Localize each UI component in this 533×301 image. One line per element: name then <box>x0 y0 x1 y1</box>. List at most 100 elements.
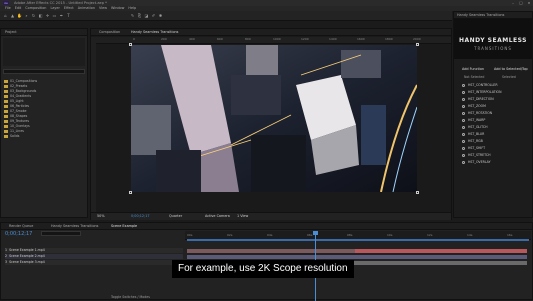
folder-icon <box>4 119 8 123</box>
layer-name: Scene Example 3.mp4 <box>9 260 45 264</box>
frame-handle[interactable] <box>129 43 132 46</box>
composition-canvas[interactable] <box>131 45 417 192</box>
plugin-item[interactable]: HST_GLITCH <box>462 125 488 130</box>
rooftop-building <box>131 105 171 155</box>
pen-icon[interactable]: ✒ <box>59 13 64 18</box>
list-item[interactable]: 09_Textures <box>4 119 29 123</box>
home-icon[interactable]: ⌂ <box>3 13 8 18</box>
radio-icon <box>462 139 465 143</box>
zoom-dropdown[interactable]: 50% <box>97 214 105 218</box>
time-mark: 08s <box>347 233 353 237</box>
layer-bar[interactable] <box>355 249 527 253</box>
list-item[interactable]: 10_Overlays <box>4 124 30 128</box>
ruler-mark: 400 <box>189 37 195 41</box>
list-item[interactable]: 04_Gradients <box>4 94 31 98</box>
plugin-item[interactable]: HST_WARP <box>462 118 485 123</box>
plugin-title-line2: TRANSITIONS <box>474 46 512 51</box>
project-tab-strip: Project <box>1 29 87 36</box>
list-item[interactable]: Solids <box>4 134 19 138</box>
plugin-item[interactable]: HST_DIRECTION <box>462 97 494 102</box>
plugin-tab[interactable]: Handy Seamless Transitions <box>457 13 504 17</box>
rectangle-icon[interactable]: ▭ <box>52 13 57 18</box>
folder-icon <box>4 94 8 98</box>
pan-behind-icon[interactable]: ✛ <box>45 13 50 18</box>
resolution-dropdown[interactable]: Quarter <box>169 214 182 218</box>
list-item[interactable]: 08_Shapes <box>4 114 27 118</box>
table-row[interactable]: 2 Scene Example 2.mp4 <box>5 254 183 259</box>
radio-icon <box>462 160 465 164</box>
roto-icon[interactable]: ✐ <box>151 13 156 18</box>
selection-icon[interactable]: ▲ <box>10 13 15 18</box>
plugin-item[interactable]: HST_RGB <box>462 139 483 144</box>
folder-icon <box>4 89 8 93</box>
layer-bar[interactable] <box>187 255 527 259</box>
plugin-item[interactable]: HST_SHIFT <box>462 146 485 151</box>
list-item[interactable]: 05_Light <box>4 99 24 103</box>
puppet-icon[interactable]: ✱ <box>158 13 163 18</box>
option-selected[interactable]: Selected <box>502 75 516 79</box>
folder-icon <box>4 79 8 83</box>
zoom-icon[interactable]: ⌕ <box>24 13 29 18</box>
add-function-label: Add Function <box>462 67 485 71</box>
maximize-button[interactable]: □ <box>518 1 524 5</box>
minimize-button[interactable]: – <box>510 1 516 5</box>
timeline-search-input[interactable] <box>41 231 81 236</box>
left-ruler <box>91 43 96 214</box>
work-area-bar[interactable] <box>187 239 529 241</box>
timeline-timecode[interactable]: 0;00;12;17 <box>5 231 32 237</box>
radio-icon <box>462 146 465 150</box>
list-item[interactable]: 01_Compositions <box>4 79 37 83</box>
composition-tab[interactable]: Composition <box>99 30 120 34</box>
folder-icon <box>4 99 8 103</box>
plugin-item[interactable]: HST_ZOOM <box>462 104 486 109</box>
ruler-mark: 200 <box>161 37 167 41</box>
rotate-icon[interactable]: ↻ <box>31 13 36 18</box>
eraser-icon[interactable]: ◪ <box>144 13 149 18</box>
list-item[interactable]: 03_Backgrounds <box>4 89 36 93</box>
project-tab[interactable]: Project <box>5 30 17 34</box>
project-search-input[interactable] <box>3 69 85 74</box>
camera-icon[interactable]: ◧ <box>38 13 43 18</box>
hand-icon[interactable]: ✋ <box>17 13 22 18</box>
brush-icon[interactable]: ✎ <box>130 13 135 18</box>
ruler-mark: 2000 <box>413 37 421 41</box>
table-row[interactable]: 3 Scene Example 3.mp4 <box>5 260 183 265</box>
tab-handy-seamless[interactable]: Handy Seamless Transitions <box>51 224 98 228</box>
table-row[interactable]: 1 Scene Example 1.mp4 <box>5 248 183 253</box>
plugin-item[interactable]: HST_STRETCH <box>462 153 491 158</box>
option-not-selected[interactable]: Not Selected <box>464 75 484 79</box>
layer-bar[interactable] <box>187 249 355 253</box>
list-item[interactable]: 11_Lines <box>4 129 24 133</box>
list-item[interactable]: 07_Smoke <box>4 109 26 113</box>
frame-handle[interactable] <box>416 43 419 46</box>
folder-icon <box>4 109 8 113</box>
camera-dropdown[interactable]: Active Camera <box>205 214 230 218</box>
timecode-display[interactable]: 0;00;12;17 <box>131 214 150 218</box>
viewer-controls: 50% 0;00;12;17 Quarter Active Camera 1 V… <box>91 212 451 220</box>
view-dropdown[interactable]: 1 View <box>237 214 248 218</box>
tab-scene-example[interactable]: Scene Example <box>111 224 137 228</box>
plugin-item[interactable]: HST_INTERPOLATION <box>462 90 501 95</box>
ruler-mark: 800 <box>245 37 251 41</box>
type-icon[interactable]: T <box>66 13 71 18</box>
radio-icon <box>462 132 465 136</box>
radio-icon <box>462 153 465 157</box>
folder-icon <box>4 134 8 138</box>
ruler-mark: 1600 <box>357 37 365 41</box>
frame-handle[interactable] <box>416 191 419 194</box>
plugin-item[interactable]: HST_ROTATION <box>462 111 492 116</box>
frame-handle[interactable] <box>129 191 132 194</box>
plugin-item[interactable]: HST_CONTROLLER <box>462 83 498 88</box>
layer-number: 1 <box>5 248 8 252</box>
timeline-footer[interactable]: Toggle Switches / Modes <box>111 295 150 299</box>
list-item[interactable]: 02_Presets <box>4 84 27 88</box>
clone-icon[interactable]: ⎘ <box>137 13 142 18</box>
playhead-handle-icon[interactable] <box>313 231 318 235</box>
composition-tab-strip: Composition Handy Seamless Transitions <box>91 29 451 36</box>
plugin-item[interactable]: HST_OVERLAY <box>462 160 491 165</box>
list-item[interactable]: 06_Particles <box>4 104 29 108</box>
close-button[interactable]: × <box>526 1 532 5</box>
tab-render-queue[interactable]: Render Queue <box>9 224 33 228</box>
plugin-item[interactable]: HST_BLUR <box>462 132 484 137</box>
ruler-mark: 1200 <box>301 37 309 41</box>
